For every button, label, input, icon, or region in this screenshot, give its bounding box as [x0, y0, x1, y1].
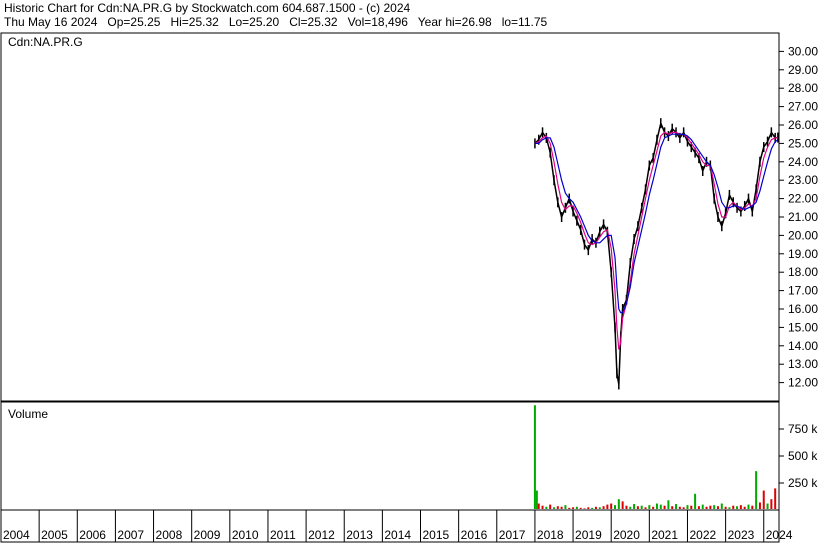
price-y-tick-label: 15.00 — [788, 320, 818, 334]
x-axis: 2004 2005 2006 2007 2008 2009 2010 2011 2012 2013… — [0, 509, 793, 543]
x-axis-tick-label: 2009 — [194, 528, 221, 542]
price-y-tick-label: 14.00 — [788, 339, 818, 353]
x-axis-tick-label: 2017 — [499, 528, 526, 542]
historic-chart: Cdn:NA.PR.G 30.00 29.00 28.00 27.00 26.00 25.… — [0, 32, 818, 543]
volume-y-tick-label: 500 k — [788, 449, 818, 463]
price-y-tick-label: 21.00 — [788, 210, 818, 224]
price-y-tick-label: 18.00 — [788, 265, 818, 279]
price-plot-frame — [0, 32, 780, 402]
x-axis-tick-label: 2015 — [423, 528, 450, 542]
x-axis-tick-label: 2021 — [651, 528, 678, 542]
x-axis-tick-label: 2006 — [79, 528, 106, 542]
x-axis-tick-label: 2018 — [537, 528, 564, 542]
volume-panel: Volume 750 k 500 k 250 k — [0, 401, 818, 511]
x-axis-tick-label: 2010 — [232, 528, 259, 542]
price-y-tick-label: 13.00 — [788, 357, 818, 371]
x-axis-tick-label: 2007 — [117, 528, 144, 542]
price-y-tick-label: 12.00 — [788, 376, 818, 390]
x-axis-tick-label: 2016 — [461, 528, 488, 542]
volume-y-axis: 750 k 500 k 250 k — [779, 422, 818, 490]
price-y-tick-label: 28.00 — [788, 81, 818, 95]
price-panel: Cdn:NA.PR.G 30.00 29.00 28.00 27.00 26.00 25.… — [0, 32, 818, 402]
price-y-tick-label: 22.00 — [788, 192, 818, 206]
price-y-tick-label: 20.00 — [788, 228, 818, 242]
price-y-tick-label: 19.00 — [788, 247, 818, 261]
x-axis-tick-label: 2019 — [575, 528, 602, 542]
x-axis-tick-label: 2005 — [41, 528, 68, 542]
price-y-tick-label: 29.00 — [788, 63, 818, 77]
price-y-tick-label: 17.00 — [788, 284, 818, 298]
x-axis-tick-label: 2004 — [3, 528, 30, 542]
x-axis-tick-label: 2024 — [766, 528, 793, 542]
x-axis-tick-label: 2020 — [613, 528, 640, 542]
price-y-axis: 30.00 29.00 28.00 27.00 26.00 25.00 24.00 23.00… — [779, 44, 818, 390]
x-axis-tick-label: 2008 — [156, 528, 183, 542]
x-axis-tick-label: 2012 — [308, 528, 335, 542]
price-legend-label: Cdn:NA.PR.G — [8, 35, 83, 49]
x-axis-tick-label: 2014 — [384, 528, 411, 542]
x-axis-tick-label: 2011 — [270, 528, 296, 542]
volume-y-tick-label: 750 k — [788, 422, 818, 436]
volume-y-tick-label: 250 k — [788, 476, 818, 490]
price-y-tick-label: 24.00 — [788, 155, 818, 169]
price-y-tick-label: 25.00 — [788, 136, 818, 150]
x-axis-tick-label: 2022 — [689, 528, 716, 542]
price-y-tick-label: 26.00 — [788, 118, 818, 132]
volume-title: Volume — [8, 407, 48, 421]
price-y-tick-label: 30.00 — [788, 44, 818, 58]
price-y-tick-label: 23.00 — [788, 173, 818, 187]
volume-plot-frame — [0, 401, 780, 511]
x-axis-tick-label: 2013 — [346, 528, 373, 542]
price-y-tick-label: 16.00 — [788, 302, 818, 316]
x-axis-tick-label: 2023 — [728, 528, 755, 542]
price-y-tick-label: 27.00 — [788, 100, 818, 114]
